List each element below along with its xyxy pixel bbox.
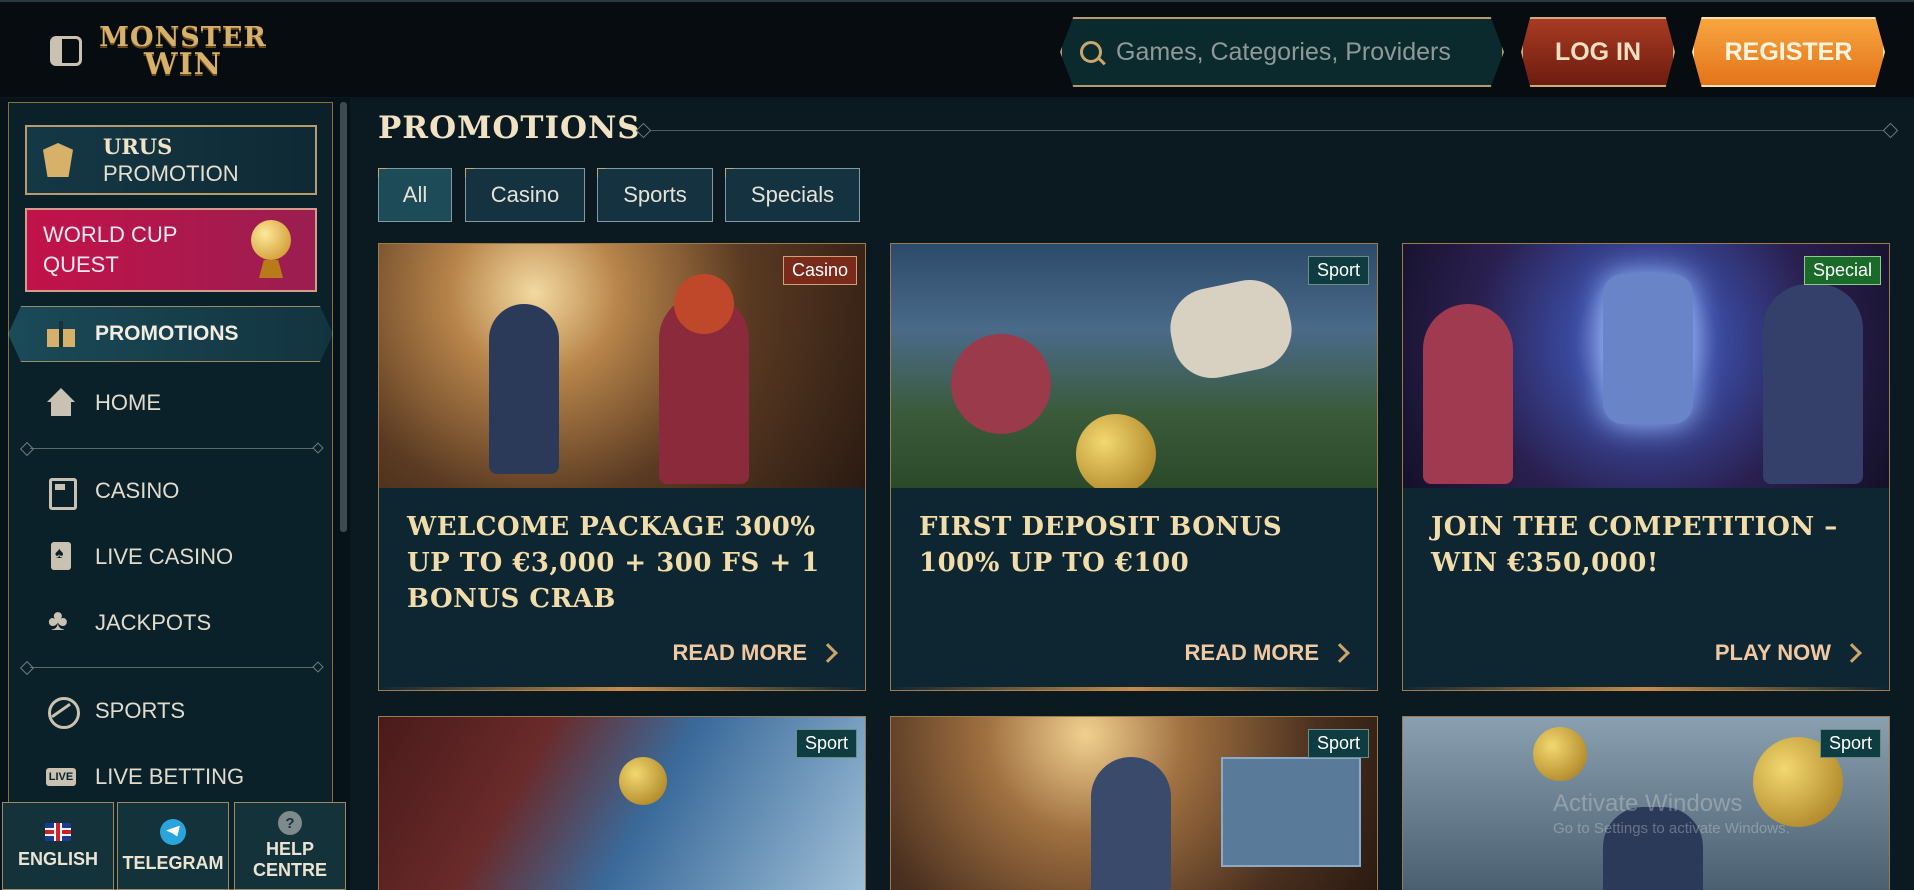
sidebar-item-label: HOME bbox=[95, 390, 161, 415]
telegram-label: TELEGRAM bbox=[122, 852, 224, 873]
sidebar-item-label: LIVE CASINO bbox=[95, 544, 234, 569]
search-input[interactable]: Games, Categories, Providers bbox=[1060, 17, 1504, 87]
play-now-link[interactable]: PLAY NOW bbox=[1714, 640, 1862, 666]
logo-line-2: WIN bbox=[143, 46, 223, 82]
urus-promotion-banner[interactable]: URUS PROMOTION bbox=[25, 125, 317, 195]
language-button[interactable]: ENGLISH bbox=[2, 802, 114, 890]
card-glow bbox=[1403, 687, 1889, 691]
uk-flag-icon bbox=[45, 822, 71, 841]
read-more-link[interactable]: READ MORE bbox=[1184, 640, 1350, 666]
login-button[interactable]: LOG IN bbox=[1521, 17, 1675, 87]
telegram-button[interactable]: TELEGRAM bbox=[117, 802, 229, 890]
register-button[interactable]: REGISTER bbox=[1692, 17, 1885, 87]
worldcup-line-2: QUEST bbox=[43, 252, 119, 277]
sidebar-item-jackpots[interactable]: JACKPOTS bbox=[45, 604, 212, 638]
promo-image bbox=[891, 244, 1377, 488]
sidebar-item-casino[interactable]: CASINO bbox=[45, 476, 180, 510]
live-icon bbox=[45, 762, 77, 792]
action-label: READ MORE bbox=[672, 640, 807, 665]
category-badge: Casino bbox=[782, 256, 857, 285]
telegram-icon bbox=[160, 818, 186, 845]
gift-icon bbox=[47, 321, 75, 347]
sidebar-item-label: SPORTS bbox=[95, 698, 186, 723]
sidebar-divider bbox=[22, 661, 324, 674]
clover-icon bbox=[45, 604, 77, 638]
world-cup-quest-banner[interactable]: WORLD CUP QUEST bbox=[25, 208, 317, 292]
search-icon bbox=[1080, 41, 1102, 63]
promo-title: WELCOME PACKAGE 300% UP TO €3,000 + 300 … bbox=[407, 512, 820, 614]
action-label: PLAY NOW bbox=[1714, 640, 1831, 665]
promo-card[interactable]: Casino WELCOME PACKAGE 300% UP TO €3,000… bbox=[378, 243, 866, 691]
sidebar-item-home[interactable]: HOME bbox=[45, 388, 161, 418]
filter-specials[interactable]: Specials bbox=[725, 168, 860, 222]
activate-windows-watermark: Activate Windows Go to Settings to activ… bbox=[1553, 790, 1790, 837]
help-label-2: CENTRE bbox=[252, 860, 327, 880]
sidebar-divider bbox=[22, 442, 324, 455]
home-icon bbox=[45, 388, 77, 418]
sidebar-scrollbar[interactable] bbox=[340, 102, 347, 532]
sidebar-item-live-casino[interactable]: LIVE CASINO bbox=[45, 542, 233, 572]
watermark-line-2: Go to Settings to activate Windows. bbox=[1553, 820, 1790, 837]
sidebar-footer: ENGLISH TELEGRAM ? HELP CENTRE bbox=[0, 800, 350, 890]
chevron-right-icon bbox=[1330, 643, 1350, 663]
category-badge: Sport bbox=[795, 729, 857, 758]
site-logo[interactable]: MONSTER WIN bbox=[99, 14, 266, 90]
promo-card[interactable]: Sport bbox=[890, 716, 1378, 890]
search-placeholder: Games, Categories, Providers bbox=[1116, 37, 1451, 66]
watermark-line-1: Activate Windows bbox=[1553, 790, 1743, 817]
promo-title: JOIN THE COMPETITION – WIN €350,000! bbox=[1431, 512, 1838, 578]
title-divider bbox=[638, 130, 1896, 131]
bull-icon bbox=[39, 137, 85, 183]
top-header: MONSTER WIN Games, Categories, Providers… bbox=[0, 0, 1914, 97]
promo-image bbox=[891, 717, 1377, 890]
sidebar-item-label: JACKPOTS bbox=[95, 610, 212, 635]
sidebar-item-label: PROMOTIONS bbox=[95, 322, 239, 345]
promo-card[interactable]: Sport FIRST DEPOSIT BONUS 100% UP TO €10… bbox=[890, 243, 1378, 691]
filter-sports[interactable]: Sports bbox=[597, 168, 713, 222]
sidebar-item-label: LIVE BETTING bbox=[95, 764, 245, 789]
help-icon: ? bbox=[278, 811, 302, 835]
promo-card[interactable]: Sport bbox=[378, 716, 866, 890]
filter-all[interactable]: All bbox=[378, 168, 452, 222]
promo-image bbox=[379, 717, 865, 890]
category-badge: Special bbox=[1803, 256, 1881, 285]
filter-casino[interactable]: Casino bbox=[465, 168, 585, 222]
sidebar-toggle-icon[interactable] bbox=[50, 36, 82, 66]
page-title: PROMOTIONS bbox=[378, 110, 641, 146]
action-label: READ MORE bbox=[1184, 640, 1319, 665]
sidebar-item-label: CASINO bbox=[95, 478, 180, 503]
worldcup-line-1: WORLD CUP bbox=[43, 222, 178, 247]
help-centre-button[interactable]: ? HELP CENTRE bbox=[234, 802, 346, 890]
category-badge: Sport bbox=[1819, 729, 1881, 758]
sidebar-item-live-betting[interactable]: LIVE BETTING bbox=[45, 762, 244, 792]
playing-card-icon bbox=[45, 542, 77, 572]
chevron-right-icon bbox=[1842, 643, 1862, 663]
language-label: ENGLISH bbox=[17, 848, 98, 869]
sidebar-item-promotions[interactable]: PROMOTIONS bbox=[8, 306, 333, 362]
sports-ball-icon bbox=[45, 696, 80, 729]
sidebar: URUS PROMOTION WORLD CUP QUEST PROMOTION… bbox=[0, 98, 350, 890]
promo-title: FIRST DEPOSIT BONUS 100% UP TO €100 bbox=[919, 512, 1283, 578]
urus-subtitle: PROMOTION bbox=[103, 160, 239, 186]
category-badge: Sport bbox=[1307, 729, 1369, 758]
card-glow bbox=[891, 687, 1377, 691]
urus-title: URUS bbox=[103, 133, 173, 159]
read-more-link[interactable]: READ MORE bbox=[672, 640, 838, 666]
category-badge: Sport bbox=[1307, 256, 1369, 285]
help-label-1: HELP bbox=[265, 839, 314, 859]
chevron-right-icon bbox=[818, 643, 838, 663]
card-glow bbox=[379, 687, 865, 691]
promo-card[interactable]: Special JOIN THE COMPETITION – WIN €350,… bbox=[1402, 243, 1890, 691]
trophy-icon bbox=[249, 220, 293, 280]
sidebar-item-sports[interactable]: SPORTS bbox=[45, 696, 186, 729]
slot-machine-icon bbox=[45, 476, 77, 510]
